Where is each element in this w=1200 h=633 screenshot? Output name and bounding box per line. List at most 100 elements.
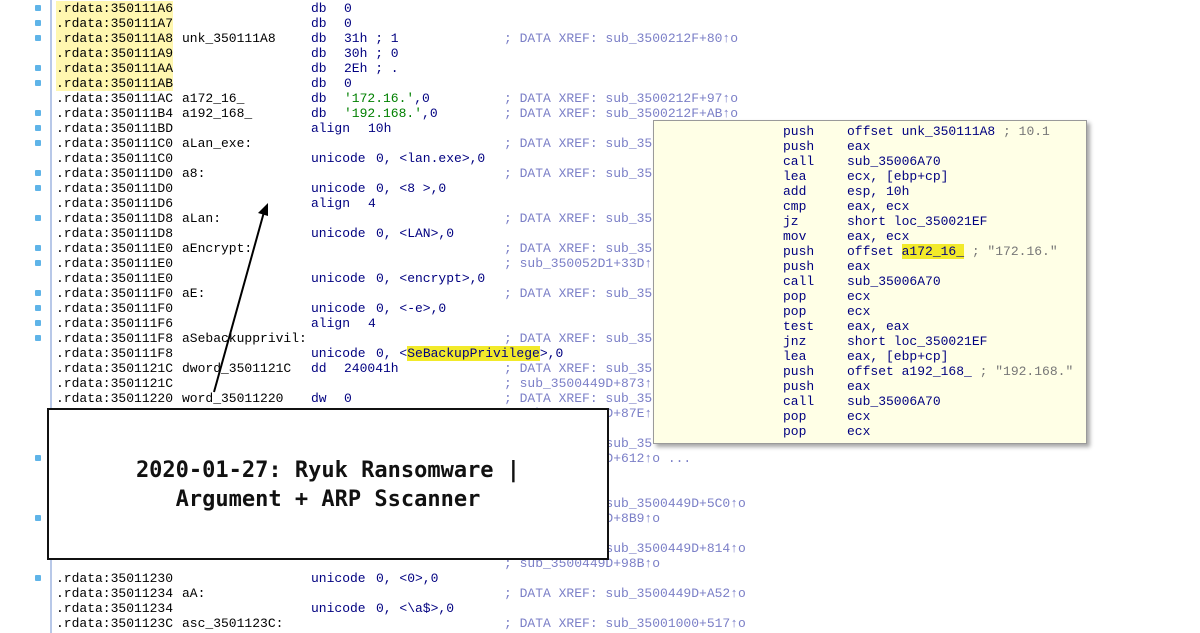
operand: eax, ecx xyxy=(847,229,910,244)
popup-mnemonic: test xyxy=(783,319,815,334)
gutter-dot xyxy=(35,35,41,41)
popup-mnemonic: pop xyxy=(783,289,807,304)
operand: ecx xyxy=(847,409,871,424)
label: aEncrypt: xyxy=(182,241,253,256)
operand: offset unk_350111A8 xyxy=(847,124,996,139)
popup-operand: sub_35006A70 xyxy=(847,394,941,409)
comment: ; DATA XREF: sub_35 xyxy=(504,166,653,181)
label: aSebackupprivil: xyxy=(182,331,307,346)
popup-operand: offset unk_350111A8 ; 10.1 xyxy=(847,124,1050,139)
popup-operand: ecx xyxy=(847,289,870,304)
mnemonic: align xyxy=(311,316,351,331)
label: a172_16_ xyxy=(182,91,245,106)
address: .rdata:350111E0 xyxy=(56,256,174,271)
label: word_35011220 xyxy=(182,391,284,406)
gutter-dot xyxy=(35,185,41,191)
operand: 30h ; 0 xyxy=(344,46,399,61)
gutter-dot xyxy=(35,65,41,71)
operand-cell: '192.168.',0 xyxy=(344,106,438,121)
operand: eax xyxy=(847,259,871,274)
mnemonic: db xyxy=(311,91,327,106)
operand: 240041h xyxy=(344,361,399,376)
gutter-dot xyxy=(35,455,41,461)
gutter-dot xyxy=(35,110,41,116)
popup-operand: sub_35006A70 xyxy=(847,154,941,169)
mnemonic: db xyxy=(311,31,327,46)
popup-mnemonic: add xyxy=(783,184,807,199)
operand: short loc_350021EF xyxy=(847,334,988,349)
comment: ; DATA XREF: sub_3500212F+AB↑o xyxy=(504,106,739,121)
mnemonic: align xyxy=(311,196,351,211)
comment: ; DATA XREF: sub_3500212F+97↑o xyxy=(504,91,739,106)
address: .rdata:350111C0 xyxy=(56,151,174,166)
mnemonic: dw xyxy=(311,391,327,406)
operand: sub_35006A70 xyxy=(847,154,941,169)
operand: eax, ecx xyxy=(847,199,910,214)
operand: ecx, [ebp+cp] xyxy=(847,169,949,184)
operand: '172.16.',0 xyxy=(344,91,430,106)
operand: esp, 10h xyxy=(847,184,910,199)
popup-mnemonic: call xyxy=(783,274,815,289)
popup-comment: ; "172.16." xyxy=(964,244,1058,259)
popup-operand: ecx xyxy=(847,304,870,319)
popup-mnemonic: push xyxy=(783,124,815,139)
address: .rdata:350111F0 xyxy=(56,286,174,301)
operand: eax xyxy=(847,139,871,154)
operand: ecx xyxy=(847,289,871,304)
operand-cell: 4 xyxy=(368,316,376,331)
mnemonic: align xyxy=(311,121,351,136)
mnemonic: db xyxy=(311,1,327,16)
operand: 0, <lan.exe>,0 xyxy=(376,151,486,166)
mnemonic: unicode xyxy=(311,226,366,241)
popup-operand: short loc_350021EF xyxy=(847,214,987,229)
popup-operand: ecx xyxy=(847,409,870,424)
popup-comment: ; 10.1 xyxy=(995,124,1050,139)
popup-mnemonic: call xyxy=(783,154,815,169)
label: a192_168_ xyxy=(182,106,253,121)
popup-mnemonic: push xyxy=(783,244,815,259)
operand-cell: 0, <SeBackupPrivilege>,0 xyxy=(376,346,563,361)
address: .rdata:350111A6 xyxy=(56,1,174,16)
search-highlight: a172_16_ xyxy=(901,244,965,259)
popup-mnemonic: jz xyxy=(783,214,799,229)
mnemonic: unicode xyxy=(311,151,366,166)
gutter-dot xyxy=(35,575,41,581)
address: .rdata:350111A8 xyxy=(56,31,174,46)
popup-mnemonic: jnz xyxy=(783,334,807,349)
operand-cell: 0, <lan.exe>,0 xyxy=(376,151,485,166)
operand: ecx xyxy=(847,424,871,439)
popup-operand: eax xyxy=(847,259,870,274)
address: .rdata:350111F6 xyxy=(56,316,174,331)
operand: 0, <0>,0 xyxy=(376,571,439,586)
address: .rdata:3501121C xyxy=(56,376,174,391)
mnemonic: unicode xyxy=(311,346,366,361)
comment: ; DATA XREF: sub_35 xyxy=(504,361,653,376)
address: .rdata:350111C0 xyxy=(56,136,174,151)
operand-cell: '172.16.',0 xyxy=(344,91,430,106)
comment: ; sub_3500449D+873↑ xyxy=(504,376,653,391)
operand: ecx xyxy=(847,304,871,319)
mnemonic: dd xyxy=(311,361,327,376)
gutter-dot xyxy=(35,335,41,341)
popup-mnemonic: cmp xyxy=(783,199,807,214)
operand-cell: 0, <0>,0 xyxy=(376,571,438,586)
popup-mnemonic: push xyxy=(783,364,815,379)
comment: ; DATA XREF: sub_3500449D+A52↑o xyxy=(504,586,746,601)
mnemonic: db xyxy=(311,16,327,31)
operand: 31h ; 1 xyxy=(344,31,399,46)
hint-popup[interactable]: push offset unk_350111A8 ; 10.1 push eax cal… xyxy=(653,120,1087,444)
popup-operand: eax, ecx xyxy=(847,199,909,214)
operand: 10h xyxy=(368,121,392,136)
mnemonic: unicode xyxy=(311,571,366,586)
address: .rdata:350111F8 xyxy=(56,346,174,361)
popup-mnemonic: push xyxy=(783,259,815,274)
label: unk_350111A8 xyxy=(182,31,276,46)
comment: ; DATA XREF: sub_3500212F+80↑o xyxy=(504,31,739,46)
label: aLan: xyxy=(182,211,222,226)
mnemonic: unicode xyxy=(311,181,366,196)
gutter-dot xyxy=(35,80,41,86)
gutter-dot xyxy=(35,260,41,266)
popup-operand: ecx xyxy=(847,424,870,439)
address: .rdata:350111D8 xyxy=(56,226,174,241)
address: .rdata:35011230 xyxy=(56,571,174,586)
